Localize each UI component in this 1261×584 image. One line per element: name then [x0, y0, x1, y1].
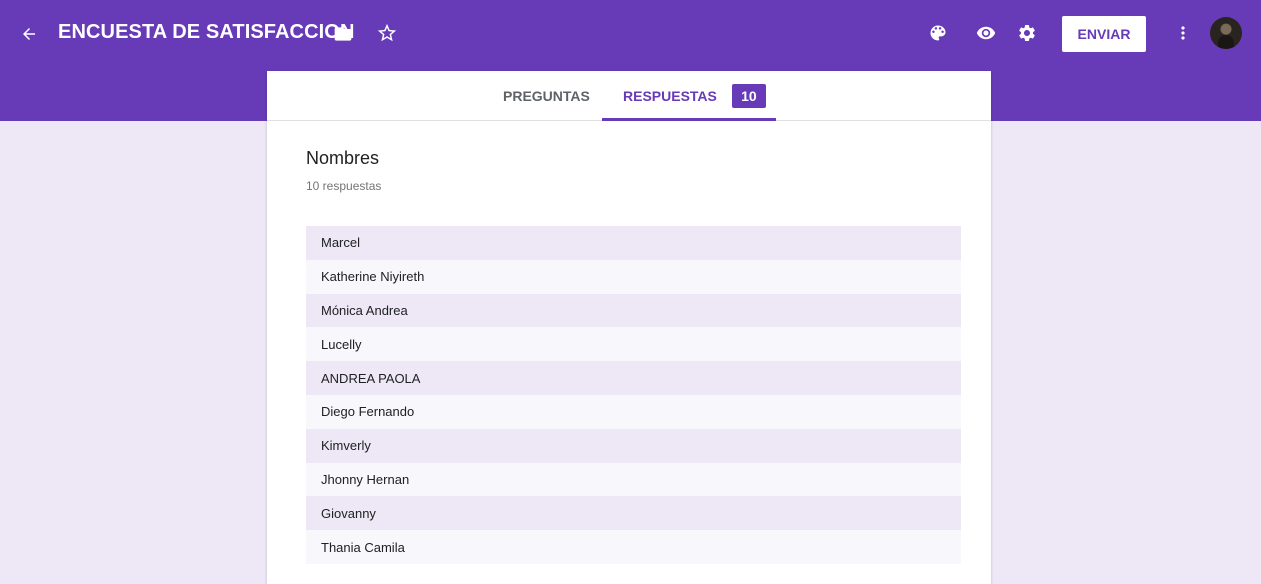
back-arrow-icon[interactable] — [18, 23, 40, 45]
tab-preguntas[interactable]: PREGUNTAS — [503, 71, 590, 121]
responses-card: PREGUNTAS RESPUESTAS 10 Nombres 10 respu… — [267, 71, 991, 584]
form-title: ENCUESTA DE SATISFACCION — [58, 21, 355, 43]
tab-bar: PREGUNTAS RESPUESTAS 10 — [267, 71, 991, 121]
star-icon[interactable] — [376, 22, 398, 44]
gear-icon[interactable] — [1016, 22, 1038, 44]
list-item: Jhonny Hernan — [306, 462, 961, 497]
tab-respuestas[interactable]: RESPUESTAS 10 — [623, 71, 766, 121]
avatar[interactable] — [1210, 17, 1242, 49]
folder-icon[interactable] — [333, 24, 353, 44]
list-item: Marcel — [306, 226, 961, 260]
active-tab-indicator — [602, 118, 776, 121]
list-item: Thania Camila — [306, 530, 961, 564]
list-item: ANDREA PAOLA — [306, 361, 961, 395]
header: ENCUESTA DE SATISFACCION ENVIAR — [0, 8, 1261, 60]
eye-icon[interactable] — [975, 22, 997, 44]
list-item: Katherine Niyireth — [306, 259, 961, 294]
list-item: Kimverly — [306, 428, 961, 463]
question-title: Nombres — [306, 148, 380, 168]
answers-list: Marcel Katherine Niyireth Mónica Andrea … — [306, 226, 961, 564]
tab-respuestas-label: RESPUESTAS — [623, 88, 717, 104]
list-item: Mónica Andrea — [306, 293, 961, 328]
list-item: Diego Fernando — [306, 394, 961, 429]
response-count: 10 respuestas — [306, 179, 382, 193]
send-button[interactable]: ENVIAR — [1062, 16, 1146, 52]
more-vert-icon[interactable] — [1172, 22, 1194, 44]
palette-icon[interactable] — [927, 22, 949, 44]
list-item: Giovanny — [306, 496, 961, 531]
response-count-badge: 10 — [731, 84, 766, 108]
list-item: Lucelly — [306, 327, 961, 362]
